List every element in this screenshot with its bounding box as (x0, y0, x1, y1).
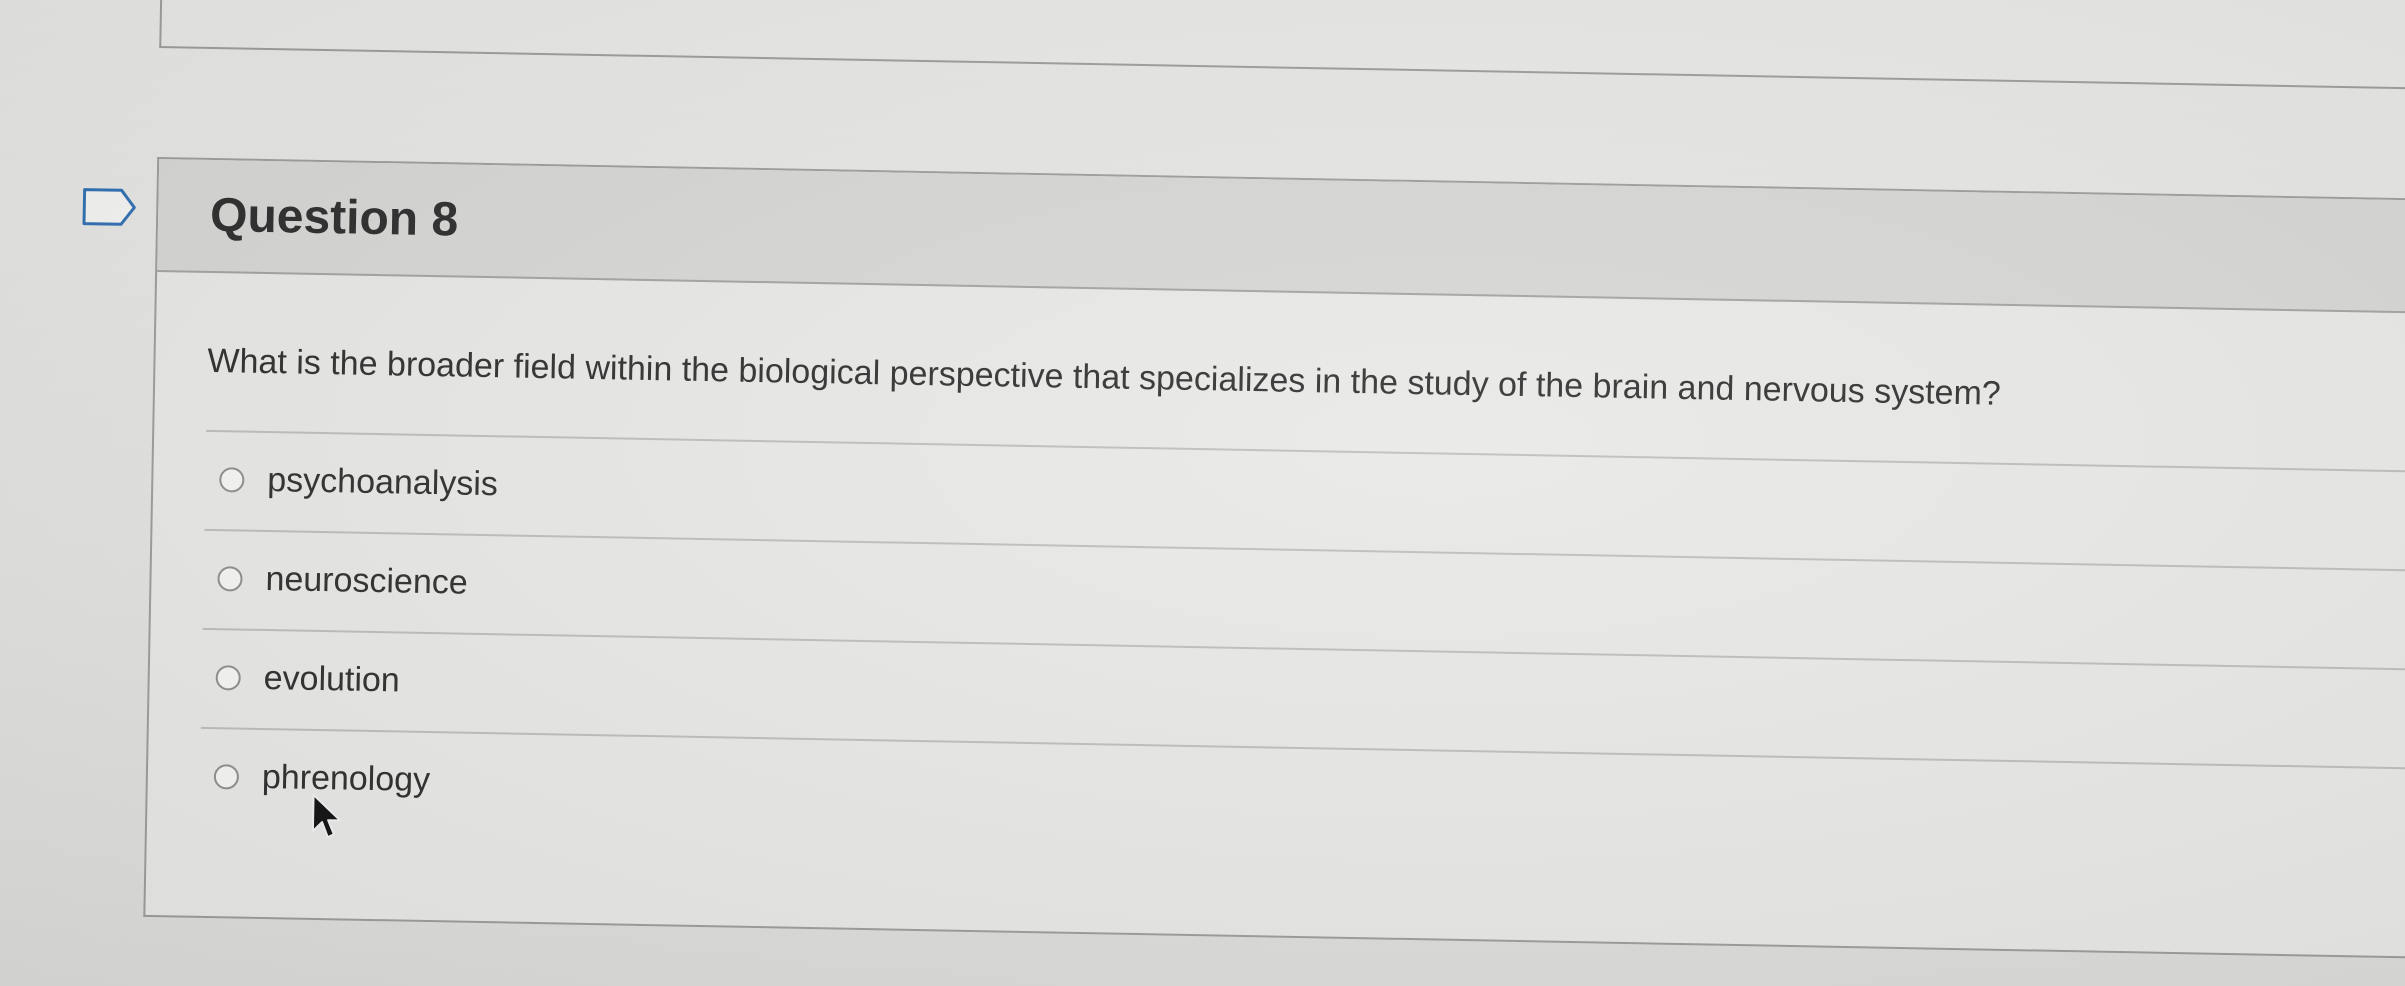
radio-button[interactable] (215, 665, 241, 691)
question-text: What is the broader field within the bio… (207, 341, 2002, 413)
answer-label[interactable]: phrenology (262, 758, 431, 800)
question-header: Question 8 (157, 158, 2405, 316)
previous-question-card (159, 0, 2405, 92)
flag-question-icon[interactable] (81, 187, 138, 228)
quiz-content: Question 8 What is the broader field wit… (0, 0, 2405, 986)
mouse-pointer-icon (311, 793, 342, 839)
answer-label[interactable]: psychoanalysis (267, 461, 498, 504)
radio-button[interactable] (213, 764, 240, 790)
quiz-screen: Question 8 What is the broader field wit… (0, 0, 2405, 986)
answer-label[interactable]: evolution (263, 659, 400, 700)
answer-list: psychoanalysis neuroscience evolution ph… (198, 429, 2405, 869)
question-card: Question 8 What is the broader field wit… (143, 156, 2405, 961)
radio-button[interactable] (217, 566, 243, 592)
question-title: Question 8 (209, 188, 459, 247)
answer-label[interactable]: neuroscience (265, 560, 468, 603)
radio-button[interactable] (219, 467, 245, 493)
